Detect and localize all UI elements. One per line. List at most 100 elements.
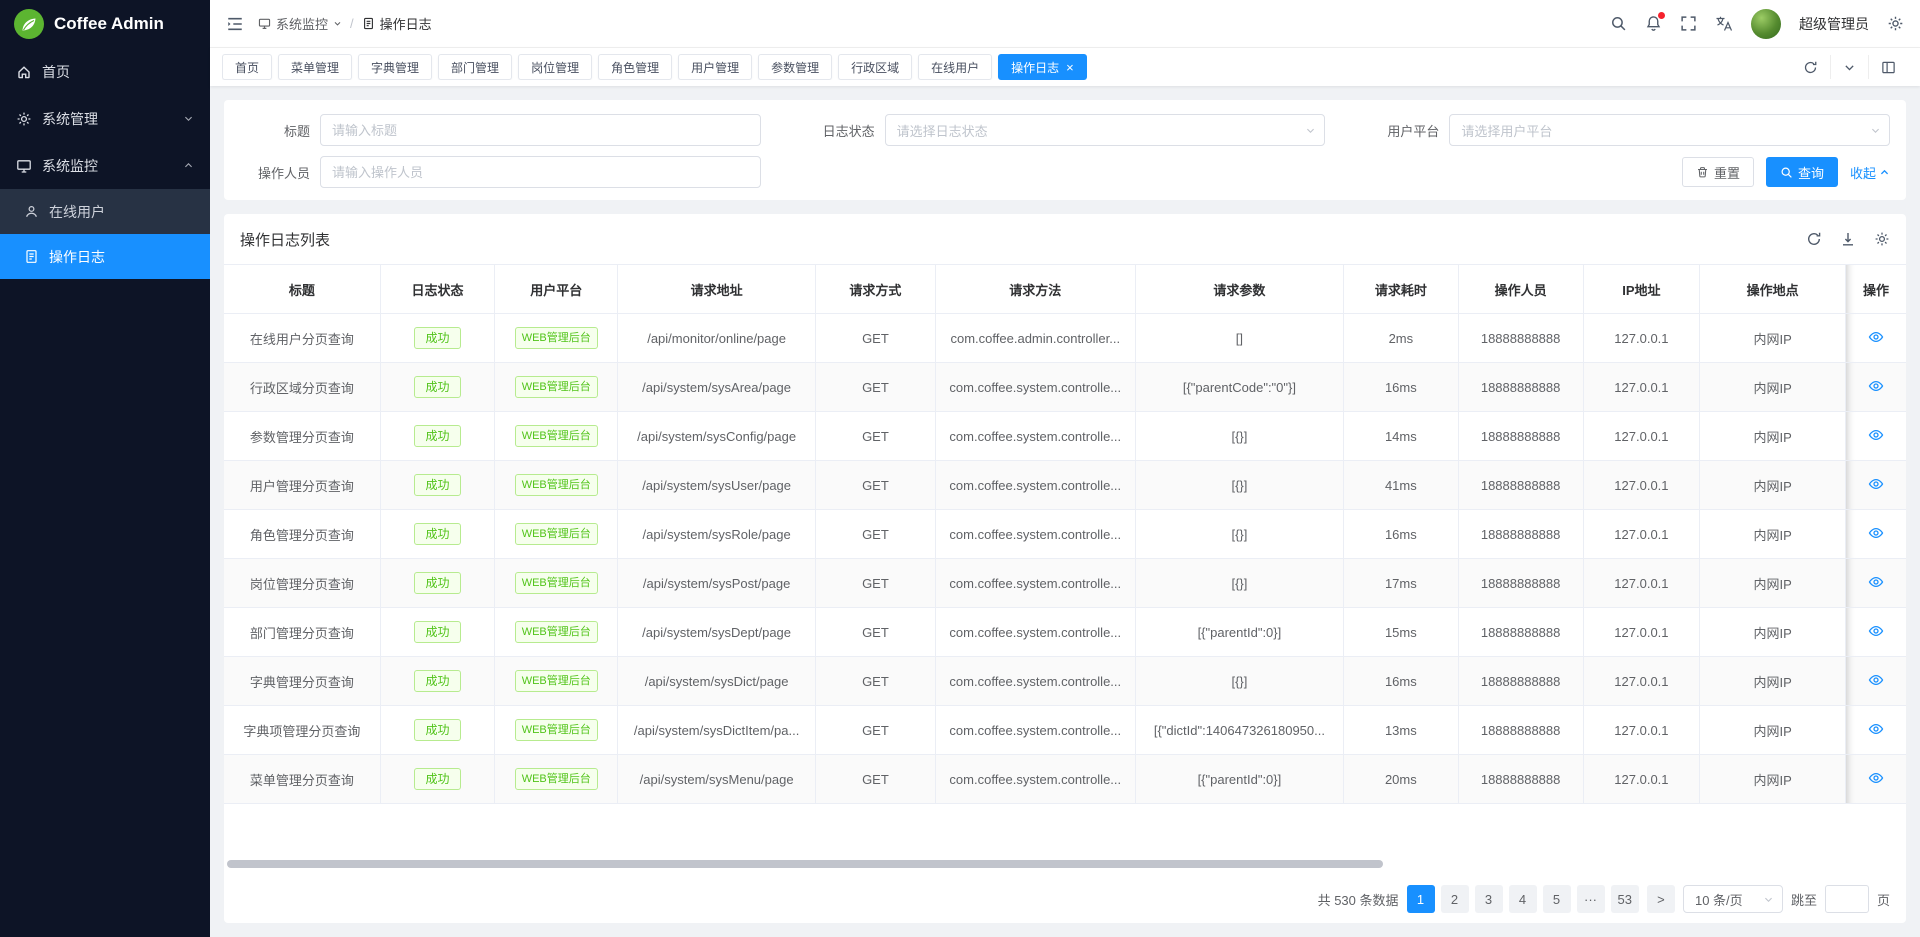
tab-label: 角色管理 xyxy=(611,59,659,76)
pagination-pages: 12345···53 xyxy=(1407,885,1639,913)
view-detail-icon[interactable] xyxy=(1868,623,1884,639)
page-button-5[interactable]: 5 xyxy=(1543,885,1571,913)
home-icon xyxy=(16,64,32,80)
view-detail-icon[interactable] xyxy=(1868,574,1884,590)
tab-item-8[interactable]: 行政区域 xyxy=(838,54,912,80)
params-cell: [{}] xyxy=(1135,559,1343,608)
tab-item-5[interactable]: 角色管理 xyxy=(598,54,672,80)
topbar: 系统监控 / 操作日志 xyxy=(210,0,1920,48)
tab-item-3[interactable]: 部门管理 xyxy=(438,54,512,80)
status-cell: 成功 xyxy=(380,363,495,412)
tab-item-0[interactable]: 首页 xyxy=(222,54,272,80)
pagination-total: 共 530 条数据 xyxy=(1318,890,1399,909)
search-actions: 重置 查询 收起 xyxy=(805,156,1890,188)
sidebar-item-online-users[interactable]: 在线用户 xyxy=(0,189,210,234)
operator-input[interactable] xyxy=(320,156,761,188)
view-detail-icon[interactable] xyxy=(1868,525,1884,541)
log-table: 标题日志状态用户平台请求地址请求方式请求方法请求参数请求耗时操作人员IP地址操作… xyxy=(224,264,1906,804)
avatar[interactable] xyxy=(1751,9,1781,39)
search-icon[interactable] xyxy=(1610,15,1627,32)
fullscreen-icon[interactable] xyxy=(1680,15,1697,32)
ip-cell: 127.0.0.1 xyxy=(1583,412,1700,461)
chevron-down-icon[interactable] xyxy=(1830,55,1868,79)
action-cell xyxy=(1846,755,1906,804)
tab-item-7[interactable]: 参数管理 xyxy=(758,54,832,80)
tab-item-10[interactable]: 操作日志× xyxy=(998,54,1087,80)
action-cell xyxy=(1846,412,1906,461)
tab-item-2[interactable]: 字典管理 xyxy=(358,54,432,80)
location-cell: 内网IP xyxy=(1700,510,1846,559)
title-cell: 用户管理分页查询 xyxy=(224,461,380,510)
view-detail-icon[interactable] xyxy=(1868,770,1884,786)
export-icon[interactable] xyxy=(1840,231,1856,247)
action-cell xyxy=(1846,314,1906,363)
bell-icon[interactable] xyxy=(1645,15,1662,32)
page-size-select[interactable]: 10 条/页 xyxy=(1683,885,1783,913)
breadcrumb-separator: / xyxy=(350,16,354,31)
view-detail-icon[interactable] xyxy=(1868,427,1884,443)
view-detail-icon[interactable] xyxy=(1868,721,1884,737)
sidebar-item-home[interactable]: 首页 xyxy=(0,48,210,95)
title-cell: 字典管理分页查询 xyxy=(224,657,380,706)
operator-cell: 18888888888 xyxy=(1458,412,1583,461)
query-button[interactable]: 查询 xyxy=(1766,157,1838,187)
page-button-3[interactable]: 3 xyxy=(1475,885,1503,913)
log-status-select[interactable]: 请选择日志状态 xyxy=(885,114,1326,146)
view-detail-icon[interactable] xyxy=(1868,329,1884,345)
sidebar-item-system-management[interactable]: 系统管理 xyxy=(0,95,210,142)
menu-fold-icon[interactable] xyxy=(226,15,244,33)
sidebar-item-operation-log[interactable]: 操作日志 xyxy=(0,234,210,279)
breadcrumb-system-monitor[interactable]: 系统监控 xyxy=(258,14,342,33)
action-cell xyxy=(1846,559,1906,608)
url-cell: /api/system/sysUser/page xyxy=(618,461,816,510)
chevron-up-icon xyxy=(1879,167,1890,178)
tab-label: 行政区域 xyxy=(851,59,899,76)
username[interactable]: 超级管理员 xyxy=(1799,14,1869,34)
translate-icon[interactable] xyxy=(1715,15,1733,33)
jump-page-input[interactable] xyxy=(1825,885,1869,913)
user-platform-select[interactable]: 请选择用户平台 xyxy=(1449,114,1890,146)
select-placeholder: 请选择用户平台 xyxy=(1461,121,1552,140)
tab-item-4[interactable]: 岗位管理 xyxy=(518,54,592,80)
ip-cell: 127.0.0.1 xyxy=(1583,755,1700,804)
page-button-4[interactable]: 4 xyxy=(1509,885,1537,913)
horizontal-scrollbar-thumb[interactable] xyxy=(227,860,1383,868)
status-cell: 成功 xyxy=(380,706,495,755)
ip-cell: 127.0.0.1 xyxy=(1583,363,1700,412)
tab-label: 用户管理 xyxy=(691,59,739,76)
tab-item-6[interactable]: 用户管理 xyxy=(678,54,752,80)
duration-cell: 14ms xyxy=(1344,412,1459,461)
sidebar-item-system-monitor[interactable]: 系统监控 xyxy=(0,142,210,189)
column-header-5: 请求方法 xyxy=(935,265,1135,314)
page-button-1[interactable]: 1 xyxy=(1407,885,1435,913)
ip-cell: 127.0.0.1 xyxy=(1583,314,1700,363)
method-cell: GET xyxy=(816,461,936,510)
title-input[interactable] xyxy=(320,114,761,146)
layout-icon[interactable] xyxy=(1868,55,1908,79)
status-badge: 成功 xyxy=(414,768,460,790)
tab-item-1[interactable]: 菜单管理 xyxy=(278,54,352,80)
reset-button[interactable]: 重置 xyxy=(1682,157,1754,187)
page-button-2[interactable]: 2 xyxy=(1441,885,1469,913)
settings-icon[interactable] xyxy=(1887,15,1904,32)
method-cell: GET xyxy=(816,559,936,608)
log-table-panel: 操作日志列表 xyxy=(224,214,1906,923)
settings-icon[interactable] xyxy=(1874,231,1890,247)
location-cell: 内网IP xyxy=(1700,412,1846,461)
title-cell: 行政区域分页查询 xyxy=(224,363,380,412)
location-cell: 内网IP xyxy=(1700,755,1846,804)
next-page-button[interactable]: > xyxy=(1647,885,1675,913)
view-detail-icon[interactable] xyxy=(1868,672,1884,688)
refresh-icon[interactable] xyxy=(1791,55,1830,79)
table-row: 字典管理分页查询成功WEB管理后台/api/system/sysDict/pag… xyxy=(224,657,1906,706)
tab-item-9[interactable]: 在线用户 xyxy=(918,54,992,80)
collapse-toggle[interactable]: 收起 xyxy=(1850,163,1890,182)
page-button-53[interactable]: 53 xyxy=(1611,885,1639,913)
view-detail-icon[interactable] xyxy=(1868,476,1884,492)
view-detail-icon[interactable] xyxy=(1868,378,1884,394)
refresh-icon[interactable] xyxy=(1806,231,1822,247)
chevron-down-icon xyxy=(183,113,194,124)
close-tab-icon[interactable]: × xyxy=(1066,61,1074,74)
pagination-more-button[interactable]: ··· xyxy=(1577,885,1605,913)
params-cell: [{}] xyxy=(1135,461,1343,510)
